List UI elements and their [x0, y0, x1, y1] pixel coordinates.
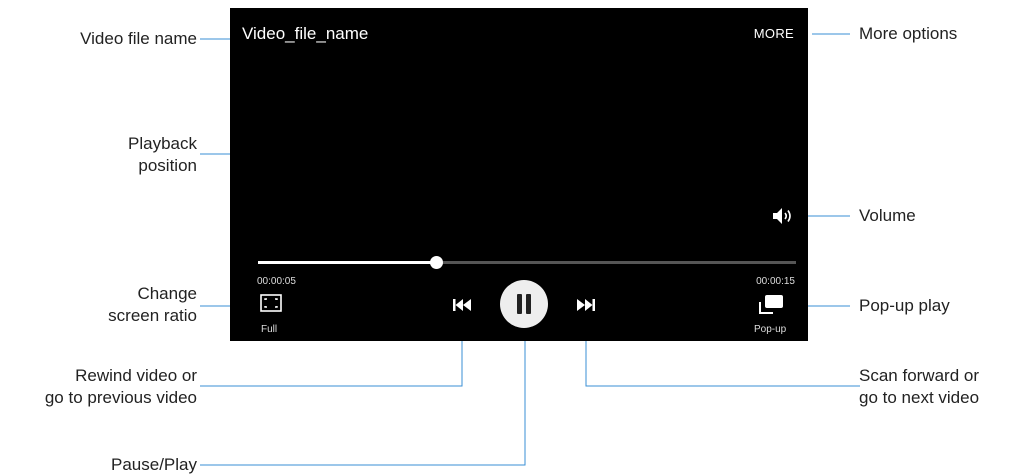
skip-previous-icon[interactable]: [452, 297, 472, 313]
volume-icon[interactable]: [771, 207, 795, 225]
skip-next-icon[interactable]: [576, 297, 596, 313]
current-time: 00:00:05: [257, 276, 296, 287]
pause-play-button[interactable]: [500, 280, 548, 328]
callout-popup-play: Pop-up play: [859, 296, 950, 315]
callout-volume: Volume: [859, 206, 916, 225]
callout-change-screen-ratio: Change screen ratio: [108, 284, 197, 325]
screen-ratio-icon[interactable]: [260, 294, 282, 312]
popup-icon[interactable]: [757, 293, 785, 315]
seekbar-progress: [258, 261, 436, 264]
callout-scan-forward: Scan forward or go to next video: [859, 366, 980, 407]
playback-seekbar[interactable]: [258, 256, 796, 269]
line-pause-play: [200, 330, 526, 466]
more-button[interactable]: MORE: [754, 26, 794, 41]
callout-pause-play: Pause/Play: [111, 455, 197, 474]
video-player-screen[interactable]: Video_file_name MORE 00:00:05 00:00:15 F…: [230, 8, 808, 341]
total-time: 00:00:15: [756, 276, 795, 287]
popup-label: Pop-up: [754, 324, 787, 335]
callout-playback-position: Playback position: [128, 134, 197, 175]
callout-more-options: More options: [859, 24, 958, 43]
callout-rewind: Rewind video or go to previous video: [44, 366, 197, 407]
callout-video-file-name: Video file name: [80, 29, 197, 48]
pause-icon: [517, 294, 531, 314]
seekbar-thumb[interactable]: [429, 256, 443, 269]
screen-ratio-label: Full: [261, 324, 278, 335]
video-file-name: Video_file_name: [242, 24, 369, 43]
